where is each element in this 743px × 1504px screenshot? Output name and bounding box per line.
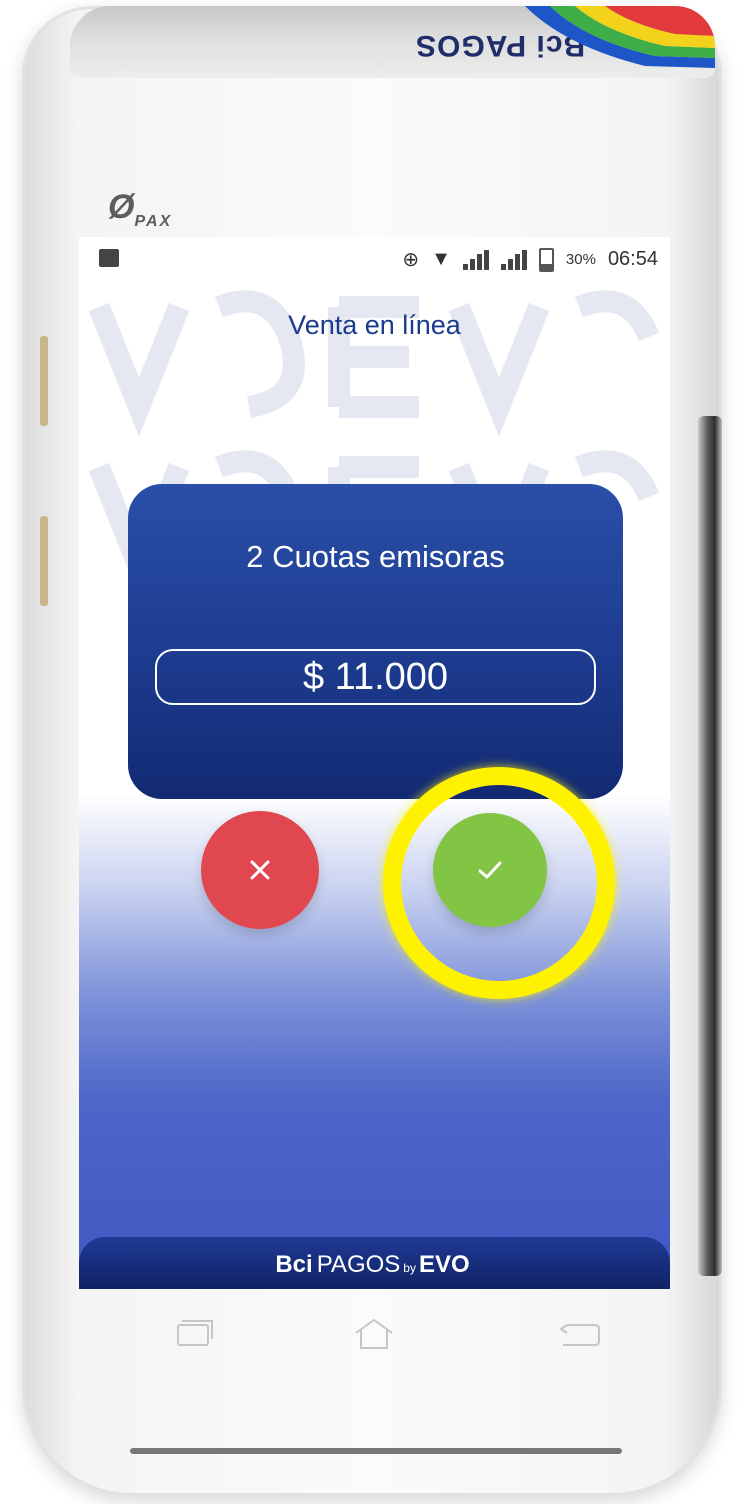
checkmark-icon	[478, 861, 502, 879]
installment-title: 2 Cuotas emisoras	[246, 539, 505, 574]
battery-icon	[538, 247, 554, 272]
page-title: Venta en línea	[288, 310, 461, 340]
brand-color-stripes	[525, 6, 715, 68]
nfc-icon: ⊕	[402, 249, 420, 271]
signal-icon	[500, 249, 527, 270]
accept-button[interactable]	[433, 813, 547, 927]
recent-apps-icon	[177, 1320, 213, 1346]
status-bar: ⊕ ▼ 30% 06:54	[79, 237, 670, 281]
back-icon	[559, 1324, 600, 1346]
home-button[interactable]	[344, 1314, 404, 1354]
home-icon	[355, 1318, 393, 1349]
footer-brand: Bci PAGOS by EVO	[275, 1251, 470, 1278]
close-icon	[250, 860, 270, 880]
recent-apps-button[interactable]	[164, 1314, 224, 1354]
power-button[interactable]	[40, 516, 48, 606]
amount-display: $ 11.000	[155, 649, 596, 705]
wifi-icon: ▼	[431, 248, 451, 270]
terminal-side-edge	[698, 416, 722, 1276]
card-slot	[130, 1448, 622, 1454]
volume-button[interactable]	[40, 336, 48, 426]
signal-icon	[462, 249, 489, 270]
back-button[interactable]	[549, 1314, 609, 1354]
pax-logo: ØPAX	[108, 188, 173, 230]
installment-card: 2 Cuotas emisoras $ 11.000	[128, 484, 623, 799]
battery-percent: 30%	[565, 251, 596, 268]
cancel-button[interactable]	[201, 811, 319, 929]
pos-screen: ⊕ ▼ 30% 06:54 Venta en línea 2 Cuotas em…	[79, 237, 670, 1289]
gallery-icon	[99, 249, 119, 267]
clock: 06:54	[607, 248, 658, 270]
android-nav-bar	[79, 1300, 670, 1370]
terminal-top-edge: Bci PAGOS	[70, 6, 715, 78]
